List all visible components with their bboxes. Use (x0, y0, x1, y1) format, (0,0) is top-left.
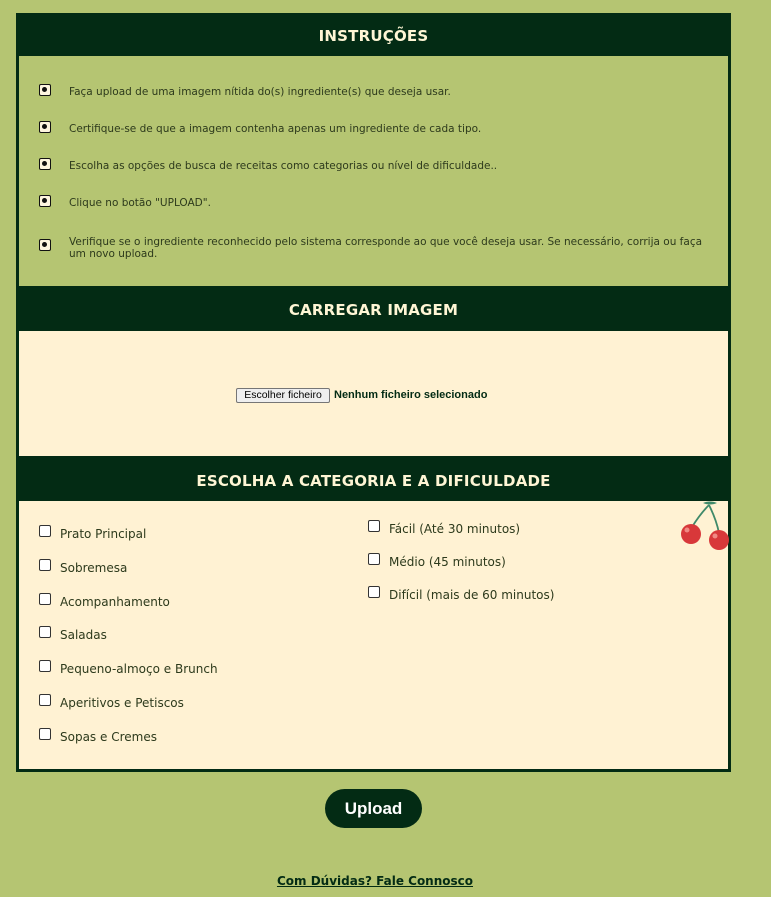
category-checkbox[interactable] (39, 593, 51, 605)
category-title: ESCOLHA A CATEGORIA E A DIFICULDADE (196, 472, 551, 490)
category-label: Prato Principal (60, 527, 147, 541)
difficulty-checkbox[interactable] (368, 553, 380, 565)
category-area: Prato Principal Sobremesa Acompanhamento… (19, 501, 729, 769)
difficulty-checkbox[interactable] (368, 520, 380, 532)
upload-area: Escolher ficheiro Nenhum ficheiro seleci… (19, 331, 728, 456)
main-panel: INSTRUÇÕES Faça upload de uma imagem nít… (16, 13, 731, 772)
file-status-text: Nenhum ficheiro selecionado (334, 389, 488, 401)
bullet-icon (39, 84, 51, 96)
category-checkbox[interactable] (39, 728, 51, 740)
category-label: Sobremesa (60, 561, 128, 575)
bullet-icon (39, 158, 51, 170)
upload-header: CARREGAR IMAGEM (19, 286, 728, 331)
category-label: Saladas (60, 628, 107, 642)
instruction-text: Verifique se o ingrediente reconhecido p… (69, 236, 703, 260)
choose-file-button[interactable]: Escolher ficheiro (236, 388, 330, 403)
upload-button[interactable]: Upload (325, 789, 422, 828)
instruction-text: Escolha as opções de busca de receitas c… (69, 160, 498, 172)
instruction-text: Faça upload de uma imagem nítida do(s) i… (69, 86, 451, 98)
category-header: ESCOLHA A CATEGORIA E A DIFICULDADE (19, 456, 728, 501)
upload-title: CARREGAR IMAGEM (288, 301, 459, 319)
difficulty-label: Médio (45 minutos) (389, 555, 506, 569)
cherry-icon (681, 501, 729, 550)
instruction-text: Certifique-se de que a imagem contenha a… (69, 123, 482, 135)
instructions-list: Faça upload de uma imagem nítida do(s) i… (19, 56, 728, 286)
instructions-title: INSTRUÇÕES (318, 27, 429, 45)
bullet-icon (39, 195, 51, 207)
difficulty-label: Difícil (mais de 60 minutos) (389, 588, 555, 602)
category-label: Sopas e Cremes (60, 730, 157, 744)
contact-link[interactable]: Com Dúvidas? Fale Connosco (0, 874, 750, 888)
category-label: Aperitivos e Petiscos (60, 696, 184, 710)
instructions-header: INSTRUÇÕES (19, 16, 728, 56)
bullet-icon (39, 121, 51, 133)
category-label: Acompanhamento (60, 595, 170, 609)
category-label: Pequeno-almoço e Brunch (60, 662, 218, 676)
category-checkbox[interactable] (39, 694, 51, 706)
instruction-text: Clique no botão "UPLOAD". (69, 197, 211, 209)
category-checkbox[interactable] (39, 559, 51, 571)
bullet-icon (39, 239, 51, 251)
category-checkbox[interactable] (39, 626, 51, 638)
difficulty-checkbox[interactable] (368, 586, 380, 598)
category-checkbox[interactable] (39, 525, 51, 537)
category-checkbox[interactable] (39, 660, 51, 672)
difficulty-label: Fácil (Até 30 minutos) (389, 522, 521, 536)
